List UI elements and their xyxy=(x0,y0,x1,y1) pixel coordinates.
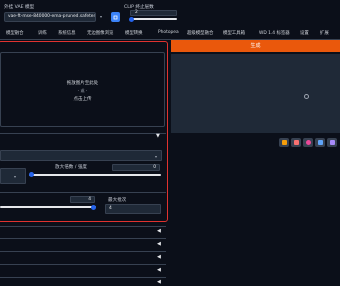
tab-model-toolkit[interactable]: 模型工具箱 xyxy=(223,30,245,36)
palette-icon xyxy=(305,140,311,145)
placeholder-icon xyxy=(304,94,309,99)
slider2[interactable] xyxy=(0,206,96,208)
batch-value-input[interactable]: 4 xyxy=(105,204,161,214)
upload-text-or: - 或 - xyxy=(77,88,88,93)
mode-select[interactable]: ▾ xyxy=(0,168,26,184)
image-icon xyxy=(293,140,299,145)
tab-extensions[interactable]: 扩展 xyxy=(320,30,329,36)
chevron-down-icon: ▾ xyxy=(14,174,17,179)
slider2-thumb[interactable] xyxy=(91,204,96,210)
batch-label: 最大批次 xyxy=(108,198,127,203)
clip-slider[interactable] xyxy=(130,18,177,20)
zip-icon xyxy=(329,140,335,145)
vae-model-select[interactable]: vae-ft-mse-840000-ema-pruned.safetensors xyxy=(4,12,96,22)
scale-value-input[interactable]: 0 xyxy=(112,164,160,171)
chevron-down-icon[interactable]: ▾ xyxy=(100,14,102,19)
tab-photopea[interactable]: Photopea xyxy=(158,30,179,35)
clip-value-input[interactable]: 2 xyxy=(130,10,177,16)
refresh-button[interactable] xyxy=(111,12,120,22)
tab-train[interactable]: 训练 xyxy=(38,30,47,36)
chevron-down-icon: ▾ xyxy=(154,153,157,159)
divider xyxy=(0,226,166,227)
tab-settings[interactable]: 设置 xyxy=(300,30,309,36)
upload-text-drop: 拖放图片至此处 xyxy=(66,81,99,86)
triangle-down-icon[interactable]: ▼ xyxy=(156,133,160,139)
divider xyxy=(0,192,166,193)
triangle-left-icon[interactable]: ◀ xyxy=(157,267,161,273)
clip-slider-thumb[interactable] xyxy=(129,16,134,22)
tab-super-merge[interactable]: 超级模型融合 xyxy=(187,30,213,36)
divider xyxy=(0,264,166,265)
scale-slider-thumb[interactable] xyxy=(29,172,34,177)
zip-button[interactable] xyxy=(327,138,337,147)
divider xyxy=(0,251,166,252)
refresh-icon xyxy=(113,15,118,19)
slider2-value-input[interactable]: 4 xyxy=(70,196,95,203)
chart-button[interactable] xyxy=(315,138,325,147)
upload-text-click: 点击上传 xyxy=(73,97,92,102)
tab-bar: 模型融合 训练 系统信息 无边图像浏览 模型转换 Photopea 超级模型融合… xyxy=(0,28,340,40)
folder-icon xyxy=(281,140,287,145)
scale-label: 放大倍数 / 强度 xyxy=(55,165,88,170)
tab-merge[interactable]: 模型融合 xyxy=(6,30,24,36)
divider xyxy=(0,133,166,134)
palette-button[interactable] xyxy=(303,138,313,147)
scale-slider[interactable] xyxy=(29,174,161,176)
triangle-left-icon[interactable]: ◀ xyxy=(157,279,161,285)
tab-model-convert[interactable]: 模型转换 xyxy=(125,30,143,36)
divider xyxy=(0,277,166,278)
folder-button[interactable] xyxy=(279,138,289,147)
image-upload-dropzone[interactable]: 拖放图片至此处 - 或 - 点击上传 xyxy=(0,52,165,127)
generate-button[interactable]: 生成 xyxy=(171,40,340,52)
tab-image-browser[interactable]: 无边图像浏览 xyxy=(87,30,113,36)
vae-label: 外挂 VAE 模型 xyxy=(4,5,35,10)
triangle-left-icon[interactable]: ◀ xyxy=(157,241,161,247)
tab-system-info[interactable]: 系统信息 xyxy=(58,30,76,36)
tab-wd-tagger[interactable]: WD 1.4 标签器 xyxy=(259,30,290,36)
triangle-left-icon[interactable]: ◀ xyxy=(157,228,161,234)
chart-icon xyxy=(317,140,323,145)
params-select[interactable]: ▾ xyxy=(0,150,162,161)
divider xyxy=(0,238,166,239)
image-button[interactable] xyxy=(291,138,301,147)
output-gallery xyxy=(171,54,340,133)
triangle-left-icon[interactable]: ◀ xyxy=(157,254,161,260)
